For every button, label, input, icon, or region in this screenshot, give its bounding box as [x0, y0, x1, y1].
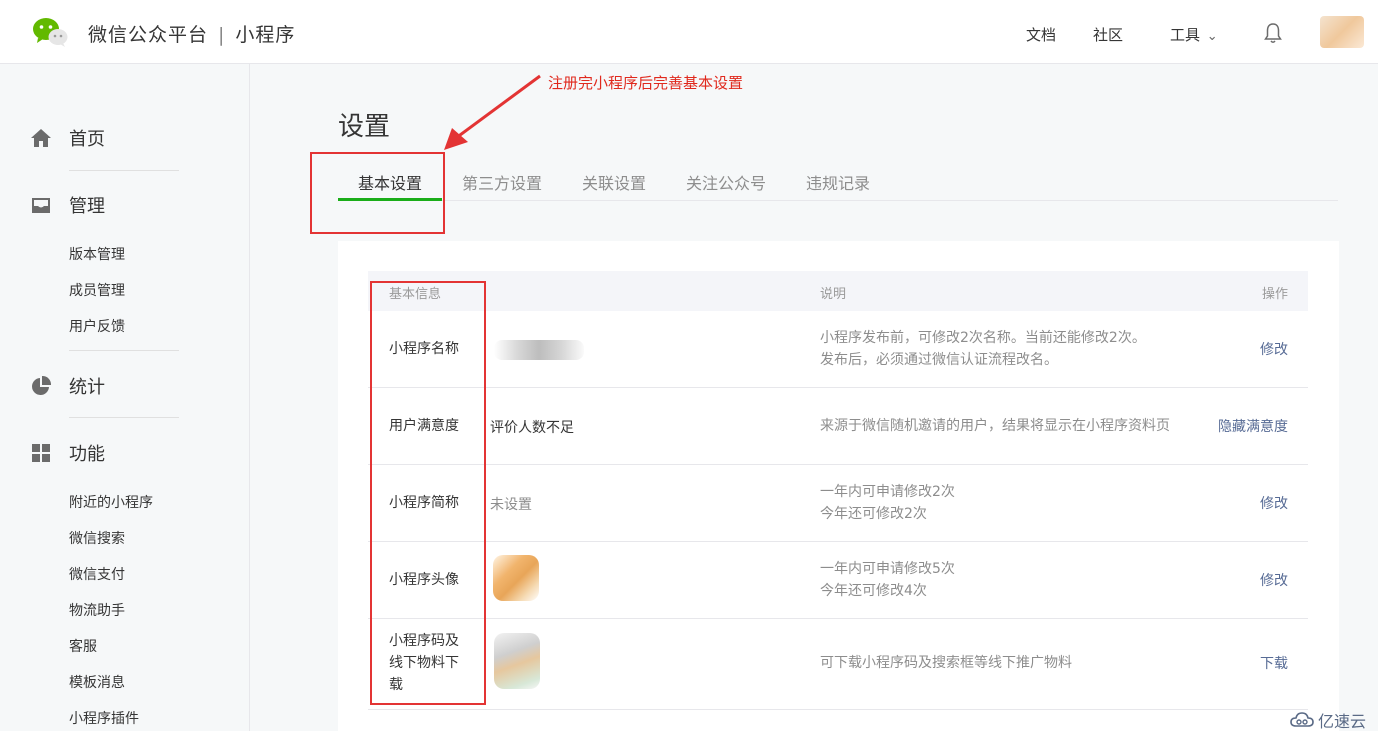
sidebar-item-logistics[interactable]: 物流助手 — [69, 600, 125, 620]
row-description: 小程序发布前，可修改2次名称。当前还能修改2次。 发布后，必须通过微信认证流程改… — [820, 327, 1146, 371]
edit-name-button[interactable]: 修改 — [1260, 339, 1288, 359]
sidebar-item-plugins[interactable]: 小程序插件 — [69, 708, 139, 728]
download-button[interactable]: 下载 — [1260, 653, 1288, 673]
product-name: 小程序 — [235, 24, 296, 46]
sidebar-divider — [69, 417, 179, 418]
sidebar-divider — [69, 170, 179, 171]
app-name-value — [494, 340, 584, 360]
tab-association-settings[interactable]: 关联设置 — [582, 170, 646, 194]
nav-docs-link[interactable]: 文档 — [1026, 24, 1056, 45]
sidebar-item-user-feedback[interactable]: 用户反馈 — [69, 316, 125, 336]
sidebar-item-label: 管理 — [69, 196, 105, 217]
watermark-text: 亿速云 — [1318, 712, 1367, 731]
sidebar-item-manage[interactable]: 管理 — [30, 192, 105, 218]
row-description-line: 今年还可修改2次 — [820, 506, 927, 522]
annotation-box-labels — [370, 281, 486, 705]
tab-third-party-settings[interactable]: 第三方设置 — [462, 170, 542, 194]
user-avatar[interactable] — [1320, 16, 1364, 48]
sidebar-item-template-message[interactable]: 模板消息 — [69, 672, 125, 692]
sidebar-item-member-manage[interactable]: 成员管理 — [69, 280, 125, 300]
sidebar-item-version-manage[interactable]: 版本管理 — [69, 244, 125, 264]
sidebar-item-home[interactable]: 首页 — [30, 125, 105, 151]
wechat-logo-icon[interactable] — [32, 16, 68, 48]
top-bar: 微信公众平台 | 小程序 文档 社区 工具 ⌄ — [0, 0, 1378, 64]
sidebar-item-label: 首页 — [69, 129, 105, 150]
sidebar-item-customer-service[interactable]: 客服 — [69, 636, 97, 656]
table-row: 用户满意度 评价人数不足 来源于微信随机邀请的用户，结果将显示在小程序资料页 隐… — [368, 388, 1308, 465]
row-description-line: 小程序发布前，可修改2次名称。当前还能修改2次。 — [820, 330, 1146, 346]
sidebar-item-label: 功能 — [69, 444, 105, 465]
edit-short-name-button[interactable]: 修改 — [1260, 493, 1288, 513]
row-description-line: 今年还可修改4次 — [820, 583, 927, 599]
inbox-icon — [32, 198, 50, 213]
short-name-value: 未设置 — [490, 497, 532, 513]
tab-violation-records[interactable]: 违规记录 — [806, 170, 870, 194]
nav-tools-label: 工具 — [1170, 26, 1201, 44]
nav-tools-menu[interactable]: 工具 ⌄ — [1170, 24, 1218, 45]
grid-icon — [32, 444, 50, 462]
table-header: 基本信息 说明 操作 — [368, 271, 1308, 311]
app-avatar-image — [493, 555, 539, 601]
edit-avatar-button[interactable]: 修改 — [1260, 570, 1288, 590]
cloud-logo-icon — [1290, 712, 1314, 727]
sidebar-item-nearby[interactable]: 附近的小程序 — [69, 492, 153, 512]
row-description: 一年内可申请修改5次 今年还可修改4次 — [820, 558, 955, 602]
sidebar-item-features[interactable]: 功能 — [30, 440, 105, 466]
row-description-line: 发布后，必须通过微信认证流程改名。 — [820, 352, 1058, 368]
annotation-box-tab — [310, 152, 445, 234]
row-description-line: 一年内可申请修改5次 — [820, 561, 955, 577]
nav-community-link[interactable]: 社区 — [1093, 24, 1123, 45]
tab-follow-official-account[interactable]: 关注公众号 — [686, 170, 766, 194]
column-header-description: 说明 — [820, 287, 847, 302]
annotation-text: 注册完小程序后完善基本设置 — [548, 74, 744, 92]
platform-name: 微信公众平台 — [88, 24, 209, 46]
sidebar-divider — [69, 350, 179, 351]
brand-title[interactable]: 微信公众平台 | 小程序 — [88, 20, 295, 47]
settings-tabs: 基本设置 第三方设置 关联设置 关注公众号 违规记录 — [338, 160, 1338, 201]
column-header-actions: 操作 — [1261, 287, 1288, 302]
bell-icon[interactable] — [1264, 22, 1282, 44]
pie-chart-icon — [32, 375, 52, 395]
satisfaction-value: 评价人数不足 — [490, 420, 574, 436]
annotation-arrow-icon — [444, 74, 541, 150]
chevron-down-icon: ⌄ — [1206, 29, 1218, 44]
sidebar-item-wechat-search[interactable]: 微信搜索 — [69, 528, 125, 548]
home-icon — [31, 129, 51, 147]
row-description: 可下载小程序码及搜索框等线下推广物料 — [820, 655, 1072, 671]
brand-separator: | — [218, 24, 226, 46]
watermark: 亿速云 — [1290, 708, 1366, 731]
row-description: 一年内可申请修改2次 今年还可修改2次 — [820, 481, 955, 525]
sidebar-item-wechat-pay[interactable]: 微信支付 — [69, 564, 125, 584]
table-row: 小程序简称 未设置 一年内可申请修改2次 今年还可修改2次 修改 — [368, 465, 1308, 542]
page-title: 设置 — [338, 112, 391, 142]
sidebar-item-label: 统计 — [69, 377, 105, 398]
row-description: 来源于微信随机邀请的用户，结果将显示在小程序资料页 — [820, 418, 1170, 434]
row-description-line: 一年内可申请修改2次 — [820, 484, 955, 500]
sidebar-item-stats[interactable]: 统计 — [30, 373, 105, 399]
qr-code-image — [494, 633, 540, 689]
hide-satisfaction-button[interactable]: 隐藏满意度 — [1218, 416, 1288, 436]
